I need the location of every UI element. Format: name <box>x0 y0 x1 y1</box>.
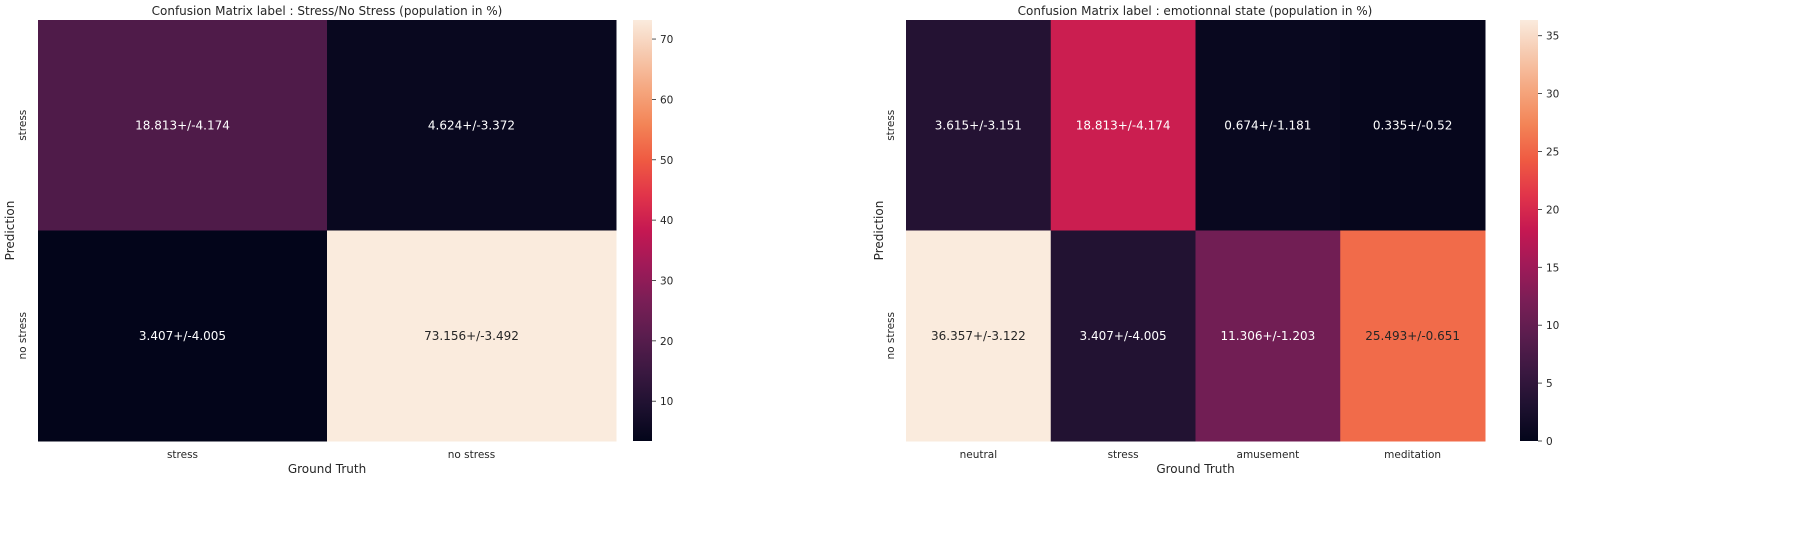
colorbar-tick-label: 20 <box>1546 204 1559 216</box>
cell-annotation: 11.306+/-1.203 <box>1220 329 1315 343</box>
colorbar-tick-label: 60 <box>660 94 673 106</box>
chart-title: Confusion Matrix label : emotionnal stat… <box>1018 4 1373 18</box>
heatmap-stress-no-stress: Confusion Matrix label : Stress/No Stres… <box>3 4 673 476</box>
cell-annotation: 36.357+/-3.122 <box>931 329 1026 343</box>
x-tick-label: neutral <box>960 449 998 461</box>
colorbar-tick-label: 15 <box>1546 262 1559 274</box>
colorbar-tick-label: 50 <box>660 155 673 167</box>
y-tick-label: no stress <box>885 312 897 360</box>
colorbar-tick-label: 20 <box>660 336 673 348</box>
colorbar-tick-label: 40 <box>660 215 673 227</box>
colorbar-tick-label: 25 <box>1546 147 1559 159</box>
y-tick-label: no stress <box>17 312 29 360</box>
y-tick-label: stress <box>17 110 29 141</box>
heatmap-emotional-state: Confusion Matrix label : emotionnal stat… <box>872 4 1559 476</box>
colorbar-tick-label: 30 <box>1546 89 1559 101</box>
colorbar-tick-label: 5 <box>1546 378 1553 390</box>
colorbar-tick-label: 30 <box>660 275 673 287</box>
x-tick-label: no stress <box>448 449 496 461</box>
cell-annotation: 4.624+/-3.372 <box>428 118 515 132</box>
cell-annotation: 18.813+/-4.174 <box>135 118 230 132</box>
cell-annotation: 25.493+/-0.651 <box>1365 329 1460 343</box>
colorbar-tick-label: 10 <box>660 396 673 408</box>
x-tick-label: meditation <box>1384 449 1441 461</box>
colorbar-tick-label: 70 <box>660 34 673 46</box>
colorbar-tick-label: 0 <box>1546 436 1553 448</box>
cell-annotation: 73.156+/-3.492 <box>424 329 519 343</box>
chart-title: Confusion Matrix label : Stress/No Stres… <box>152 4 503 18</box>
x-tick-label: stress <box>167 449 198 461</box>
colorbar-tick-label: 10 <box>1546 320 1559 332</box>
colorbar <box>1520 20 1538 441</box>
x-tick-label: amusement <box>1237 449 1300 461</box>
cell-annotation: 18.813+/-4.174 <box>1076 118 1171 132</box>
cell-annotation: 0.674+/-1.181 <box>1224 118 1311 132</box>
confusion-matrix-figure: Confusion Matrix label : Stress/No Stres… <box>3 4 1559 476</box>
x-tick-label: stress <box>1108 449 1139 461</box>
y-tick-label: stress <box>885 110 897 141</box>
y-axis-label: Prediction <box>3 201 17 261</box>
cell-annotation: 3.615+/-3.151 <box>935 118 1022 132</box>
cell-annotation: 3.407+/-4.005 <box>1080 329 1167 343</box>
colorbar-tick-label: 35 <box>1546 31 1559 43</box>
x-axis-label: Ground Truth <box>1156 462 1234 476</box>
y-axis-label: Prediction <box>872 201 886 261</box>
cell-annotation: 0.335+/-0.52 <box>1373 118 1453 132</box>
cell-annotation: 3.407+/-4.005 <box>139 329 226 343</box>
colorbar <box>633 20 652 441</box>
x-axis-label: Ground Truth <box>288 462 366 476</box>
